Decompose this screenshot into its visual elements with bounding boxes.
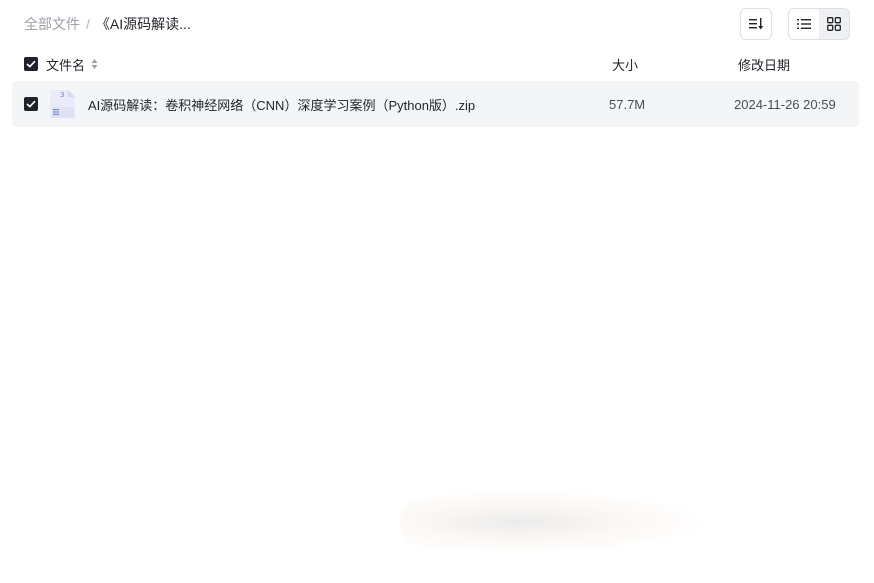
breadcrumb-root[interactable]: 全部文件 — [24, 14, 80, 34]
list-view-icon — [797, 19, 811, 29]
toolbar — [740, 8, 850, 40]
checkmark-icon — [26, 100, 36, 108]
column-header-size[interactable]: 大小 — [612, 55, 638, 74]
breadcrumb-current: 《AI源码解读... — [95, 16, 191, 32]
file-row[interactable]: 3 AI源码解读：卷积神经网络（CNN）深度学习案例（Python版）.zip … — [12, 81, 859, 127]
breadcrumb: 全部文件 / 《AI源码解读... — [24, 14, 191, 34]
file-list-header: 文件名 大小 修改日期 — [12, 50, 859, 78]
svg-text:3: 3 — [60, 91, 64, 99]
file-modified-date: 2024-11-26 20:59 — [734, 96, 836, 112]
column-header-name[interactable]: 文件名 — [46, 55, 98, 74]
breadcrumb-separator: / — [86, 16, 90, 32]
sort-icon — [749, 18, 764, 30]
select-all-checkbox[interactable] — [24, 57, 38, 71]
zip-file-icon: 3 — [50, 90, 75, 118]
select-all-cell — [12, 57, 46, 71]
sort-button[interactable] — [740, 8, 772, 40]
checkmark-icon — [26, 60, 36, 68]
column-header-name-label: 文件名 — [46, 57, 86, 73]
file-checkbox[interactable] — [24, 97, 38, 111]
column-header-date[interactable]: 修改日期 — [738, 55, 790, 74]
file-size: 57.7M — [609, 96, 646, 112]
loading-shadow — [400, 492, 700, 552]
grid-view-button[interactable] — [819, 9, 849, 39]
sort-arrows-icon — [91, 58, 98, 70]
view-switch — [788, 8, 850, 40]
file-name[interactable]: AI源码解读：卷积神经网络（CNN）深度学习案例（Python版）.zip — [88, 95, 475, 114]
grid-view-icon — [827, 17, 841, 31]
list-view-button[interactable] — [789, 9, 819, 39]
file-select-cell — [12, 97, 46, 111]
